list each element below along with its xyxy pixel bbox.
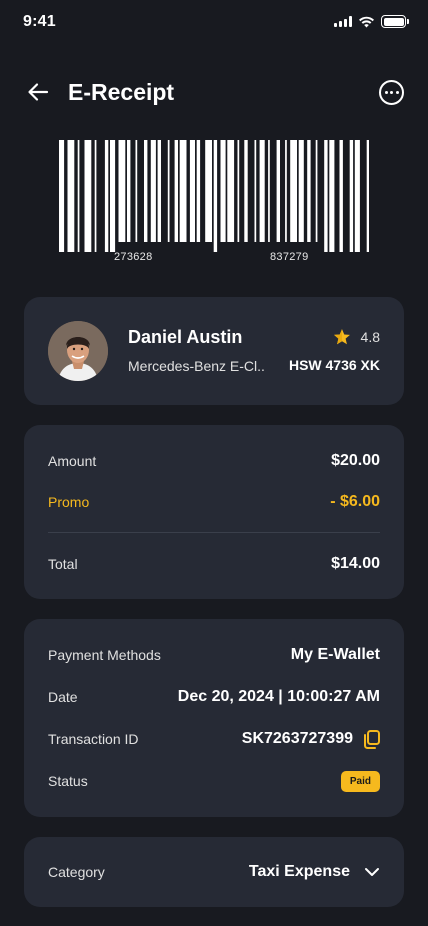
barcode — [59, 140, 369, 252]
header: E-Receipt — [24, 72, 404, 112]
status-time: 9:41 — [23, 13, 56, 30]
status-badge: Paid — [340, 770, 380, 792]
date-value: Dec 20, 2024 | 10:00:27 AM — [177, 688, 380, 705]
category-value: Taxi Expense — [248, 863, 350, 880]
amount-value: $20.00 — [331, 452, 380, 469]
star-icon — [333, 329, 350, 345]
battery-icon — [381, 15, 409, 28]
total-row: Total $14.00 — [48, 553, 380, 575]
back-arrow-icon — [28, 83, 49, 101]
transaction-id-label: Transaction ID — [48, 731, 139, 747]
status-bar: 9:41 — [0, 0, 428, 44]
copy-icon — [364, 729, 380, 749]
more-options-icon — [384, 90, 388, 94]
license-plate: HSW 4736 XK — [288, 357, 380, 373]
total-value: $14.00 — [331, 555, 380, 572]
status-icons — [334, 15, 409, 28]
status-row: Status Paid — [48, 769, 380, 793]
more-options-button[interactable] — [379, 79, 404, 105]
category-dropdown[interactable]: Category Taxi Expense — [24, 837, 404, 907]
driver-card[interactable]: Daniel Austin Mercedes-Benz E-Cl.. 4.8 H… — [24, 297, 404, 405]
rating-value: 4.8 — [360, 329, 380, 345]
transaction-id-value: SK7263727399 — [241, 730, 353, 747]
back-button[interactable] — [24, 78, 52, 106]
promo-row: Promo - $6.00 — [48, 491, 380, 513]
driver-rating: 4.8 — [333, 328, 380, 346]
payment-method-row: Payment Methods My E-Wallet — [48, 644, 380, 666]
category-row: Category Taxi Expense — [48, 861, 380, 883]
amount-row: Amount $20.00 — [48, 450, 380, 472]
transaction-id-row: Transaction ID SK7263727399 — [48, 728, 380, 750]
payment-details-card: Payment Methods My E-Wallet Date Dec 20,… — [24, 619, 404, 817]
driver-name: Daniel Austin — [128, 327, 243, 347]
payment-method-label: Payment Methods — [48, 647, 161, 663]
wifi-icon — [359, 16, 374, 27]
amount-card: Amount $20.00 Promo - $6.00 Total $14.00 — [24, 425, 404, 599]
date-label: Date — [48, 689, 78, 705]
page-title: E-Receipt — [68, 78, 175, 105]
total-label: Total — [48, 556, 78, 572]
category-label: Category — [48, 864, 105, 880]
date-row: Date Dec 20, 2024 | 10:00:27 AM — [48, 686, 380, 708]
barcode-number-right: 837279 — [270, 251, 309, 263]
promo-value: - $6.00 — [330, 493, 380, 510]
divider — [48, 532, 380, 533]
chevron-down-icon — [365, 868, 379, 876]
status-label: Status — [48, 773, 88, 789]
copy-button[interactable] — [363, 729, 380, 749]
payment-method-value: My E-Wallet — [290, 646, 380, 663]
amount-label: Amount — [48, 453, 97, 469]
car-model: Mercedes-Benz E-Cl.. — [128, 358, 265, 374]
driver-avatar — [48, 321, 108, 381]
category-value-group: Taxi Expense — [249, 863, 380, 881]
promo-label: Promo — [48, 494, 90, 510]
cellular-signal-icon — [334, 16, 352, 27]
barcode-number-left: 273628 — [114, 251, 153, 263]
